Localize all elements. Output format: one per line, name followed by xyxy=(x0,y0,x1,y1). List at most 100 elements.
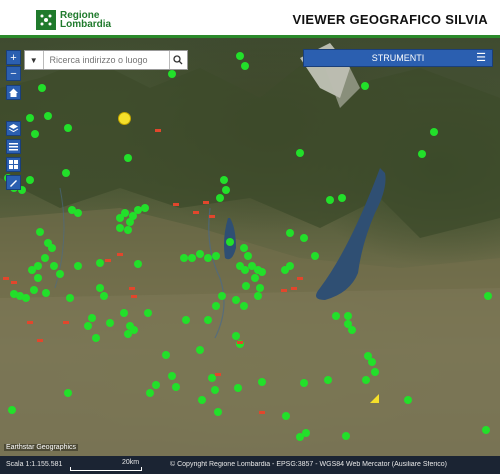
monitoring-point[interactable] xyxy=(162,351,170,359)
monitoring-point[interactable] xyxy=(126,218,134,226)
monitoring-point[interactable] xyxy=(482,426,490,434)
monitoring-point[interactable] xyxy=(212,252,220,260)
area-feature[interactable] xyxy=(203,201,209,204)
monitoring-point[interactable] xyxy=(96,259,104,267)
search-input[interactable] xyxy=(43,54,169,66)
layers-button[interactable] xyxy=(6,121,21,136)
monitoring-point[interactable] xyxy=(430,128,438,136)
monitoring-point[interactable] xyxy=(311,252,319,260)
monitoring-point[interactable] xyxy=(300,379,308,387)
monitoring-point[interactable] xyxy=(342,432,350,440)
monitoring-point[interactable] xyxy=(34,262,42,270)
monitoring-point[interactable] xyxy=(198,396,206,404)
monitoring-point[interactable] xyxy=(38,84,46,92)
monitoring-point[interactable] xyxy=(41,254,49,262)
monitoring-point[interactable] xyxy=(214,408,222,416)
area-feature[interactable] xyxy=(105,259,111,262)
monitoring-point[interactable] xyxy=(56,270,64,278)
area-feature[interactable] xyxy=(37,339,43,342)
monitoring-point[interactable] xyxy=(338,194,346,202)
monitoring-point[interactable] xyxy=(84,322,92,330)
monitoring-point[interactable] xyxy=(300,234,308,242)
area-feature[interactable] xyxy=(259,411,265,414)
area-feature[interactable] xyxy=(63,321,69,324)
monitoring-point[interactable] xyxy=(96,284,104,292)
monitoring-point[interactable] xyxy=(296,149,304,157)
monitoring-point[interactable] xyxy=(26,114,34,122)
monitoring-point[interactable] xyxy=(22,294,30,302)
monitoring-point[interactable] xyxy=(120,309,128,317)
monitoring-point[interactable] xyxy=(324,376,332,384)
monitoring-point[interactable] xyxy=(204,254,212,262)
monitoring-point[interactable] xyxy=(204,316,212,324)
monitoring-point[interactable] xyxy=(121,209,129,217)
monitoring-point[interactable] xyxy=(152,381,160,389)
monitoring-point[interactable] xyxy=(92,334,100,342)
monitoring-point[interactable] xyxy=(484,292,492,300)
monitoring-point[interactable] xyxy=(244,252,252,260)
monitoring-point[interactable] xyxy=(168,372,176,380)
monitoring-point[interactable] xyxy=(196,346,204,354)
monitoring-point[interactable] xyxy=(232,332,240,340)
home-button[interactable] xyxy=(6,85,21,100)
search-source-dropdown[interactable]: ▼ xyxy=(25,51,44,69)
monitoring-point[interactable] xyxy=(124,226,132,234)
monitoring-point[interactable] xyxy=(141,204,149,212)
monitoring-point[interactable] xyxy=(241,62,249,70)
monitoring-point[interactable] xyxy=(234,384,242,392)
monitoring-point[interactable] xyxy=(256,284,264,292)
monitoring-point[interactable] xyxy=(34,274,42,282)
monitoring-point[interactable] xyxy=(144,309,152,317)
monitoring-point[interactable] xyxy=(64,389,72,397)
monitoring-point[interactable] xyxy=(172,383,180,391)
area-feature[interactable] xyxy=(155,129,161,132)
monitoring-point[interactable] xyxy=(146,389,154,397)
monitoring-point[interactable] xyxy=(254,292,262,300)
monitoring-point[interactable] xyxy=(286,229,294,237)
monitoring-point[interactable] xyxy=(242,282,250,290)
area-feature[interactable] xyxy=(193,211,199,214)
monitoring-point[interactable] xyxy=(258,378,266,386)
monitoring-point[interactable] xyxy=(44,112,52,120)
monitoring-point[interactable] xyxy=(168,70,176,78)
monitoring-point[interactable] xyxy=(251,274,259,282)
monitoring-point[interactable] xyxy=(232,296,240,304)
monitoring-point[interactable] xyxy=(332,312,340,320)
monitoring-point[interactable] xyxy=(182,316,190,324)
monitoring-point[interactable] xyxy=(74,262,82,270)
monitoring-point[interactable] xyxy=(88,314,96,322)
monitoring-point[interactable] xyxy=(222,186,230,194)
basemap-button[interactable] xyxy=(6,157,21,172)
area-feature[interactable] xyxy=(209,215,215,218)
monitoring-point[interactable] xyxy=(106,319,114,327)
monitoring-point[interactable] xyxy=(124,330,132,338)
zoom-out-button[interactable]: − xyxy=(6,66,21,81)
monitoring-point[interactable] xyxy=(66,294,74,302)
monitoring-point[interactable] xyxy=(30,286,38,294)
monitoring-point[interactable] xyxy=(124,154,132,162)
area-feature[interactable] xyxy=(281,289,287,292)
monitoring-point[interactable] xyxy=(418,150,426,158)
monitoring-point[interactable] xyxy=(188,254,196,262)
search-button[interactable] xyxy=(168,51,188,69)
area-feature[interactable] xyxy=(117,253,123,256)
monitoring-point[interactable] xyxy=(42,289,50,297)
area-feature[interactable] xyxy=(129,287,135,290)
monitoring-point[interactable] xyxy=(240,244,248,252)
monitoring-point[interactable] xyxy=(10,290,18,298)
area-feature[interactable] xyxy=(27,321,33,324)
area-feature[interactable] xyxy=(297,277,303,280)
monitoring-point[interactable] xyxy=(196,250,204,258)
monitoring-point[interactable] xyxy=(348,326,356,334)
regione-lombardia-logo[interactable]: Regione Lombardia xyxy=(36,10,111,30)
area-feature[interactable] xyxy=(173,203,179,206)
monitoring-point[interactable] xyxy=(62,169,70,177)
tools-panel-button[interactable]: STRUMENTI ☰ xyxy=(303,49,493,67)
monitoring-point[interactable] xyxy=(296,433,304,441)
area-feature[interactable] xyxy=(215,373,221,376)
monitoring-point[interactable] xyxy=(218,292,226,300)
monitoring-point[interactable] xyxy=(362,376,370,384)
monitoring-point[interactable] xyxy=(240,302,248,310)
monitoring-point[interactable] xyxy=(368,358,376,366)
area-feature[interactable] xyxy=(3,277,9,280)
